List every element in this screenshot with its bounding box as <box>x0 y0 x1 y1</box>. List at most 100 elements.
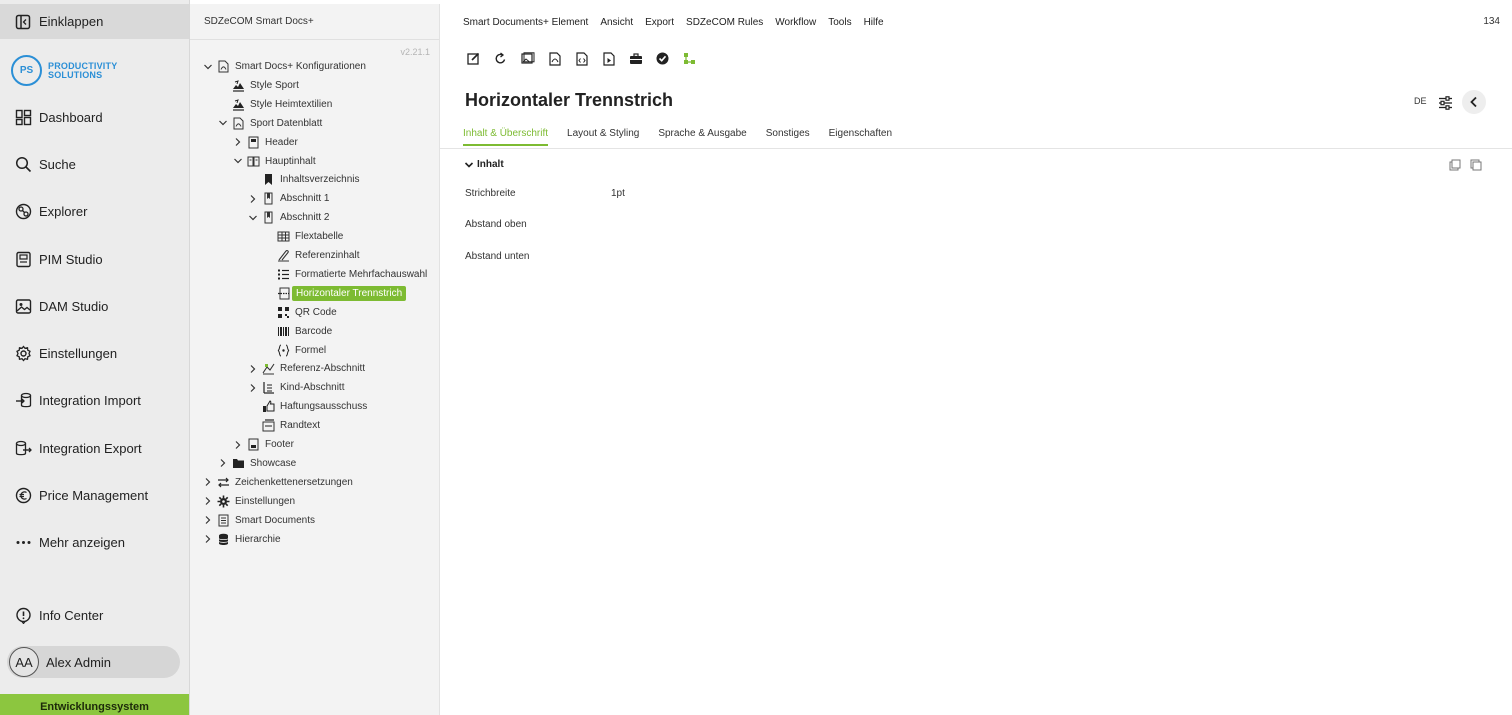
validate-button[interactable] <box>653 49 672 68</box>
chevron-down-icon[interactable] <box>232 155 244 167</box>
tree-node-randtext[interactable]: Randtext <box>247 417 320 434</box>
hierarchy-button[interactable] <box>680 49 699 68</box>
chevron-right-icon[interactable] <box>217 457 229 469</box>
images-icon <box>520 52 534 64</box>
copy-icon[interactable] <box>1449 159 1461 171</box>
nav-item-integration-export[interactable]: Integration Export <box>0 431 189 465</box>
user-menu[interactable]: AA Alex Admin <box>7 646 180 678</box>
nav-item-dashboard[interactable]: Dashboard <box>0 100 189 134</box>
tab-inhalt[interactable]: Inhalt & Überschrift <box>463 128 549 146</box>
field-value-strichbreite[interactable]: 1pt <box>611 188 625 199</box>
tree-node-label: Sport Datenblatt <box>250 117 323 129</box>
tree-node-header[interactable]: Header <box>232 134 298 151</box>
tree-node-hierarchie[interactable]: Hierarchie <box>202 531 281 548</box>
nav-item-explorer[interactable]: Explorer <box>0 194 189 228</box>
tree-node-horizontaler-trennstrich[interactable]: Horizontaler Trennstrich <box>262 285 407 302</box>
menu-hilfe[interactable]: Hilfe <box>864 17 884 28</box>
tree-node-zeichenkettenersetzungen[interactable]: Zeichenkettenersetzungen <box>202 474 353 491</box>
search-icon <box>15 156 32 172</box>
nav-item-integration-import[interactable]: Integration Import <box>0 383 189 417</box>
chevron-right-icon[interactable] <box>247 382 259 394</box>
settings-sliders-button[interactable] <box>1434 92 1456 114</box>
tree-node-haftungsausschuss[interactable]: Haftungsausschuss <box>247 398 367 415</box>
tree-node-style-sport[interactable]: Style Sport <box>217 77 299 94</box>
tree-node-formel[interactable]: Formel <box>262 342 326 359</box>
menu-rules[interactable]: SDZeCOM Rules <box>686 17 763 28</box>
chevron-right-icon[interactable] <box>202 533 214 545</box>
logo-line2: SOLUTIONS <box>48 69 103 80</box>
preview-images-button[interactable] <box>518 49 537 68</box>
tree-node-smart-docs-config[interactable]: Smart Docs+ Konfigurationen <box>202 58 366 75</box>
chevron-right-icon[interactable] <box>232 136 244 148</box>
menu-workflow[interactable]: Workflow <box>775 17 816 28</box>
tree-node-showcase[interactable]: Showcase <box>217 455 296 472</box>
tab-eigenschaften[interactable]: Eigenschaften <box>829 128 892 146</box>
chevron-down-icon[interactable] <box>202 61 214 73</box>
tree-node-label: Zeichenkettenersetzungen <box>235 476 353 488</box>
nav-item-dam-studio[interactable]: DAM Studio <box>0 289 189 323</box>
chevron-down-icon[interactable] <box>217 117 229 129</box>
style-icon <box>232 79 245 92</box>
tree-node-barcode[interactable]: Barcode <box>262 323 332 340</box>
play-file-icon <box>602 51 615 66</box>
chevron-right-icon[interactable] <box>202 514 214 526</box>
tree-node-inhaltsverzeichnis[interactable]: Inhaltsverzeichnis <box>247 171 359 188</box>
tree-node-hauptinhalt[interactable]: Hauptinhalt <box>232 153 316 170</box>
tree-node-qr-code[interactable]: QR Code <box>262 304 337 321</box>
tree-node-smart-documents[interactable]: Smart Documents <box>202 512 315 529</box>
table-icon <box>277 230 290 243</box>
chevron-right-icon[interactable] <box>202 476 214 488</box>
tab-layout[interactable]: Layout & Styling <box>567 128 639 146</box>
nav-item-label: Integration Export <box>39 440 142 456</box>
paste-icon[interactable] <box>1470 159 1482 171</box>
tree-node-sport-datenblatt[interactable]: Sport Datenblatt <box>217 115 322 132</box>
edit-button[interactable] <box>464 49 483 68</box>
nav-item-suche[interactable]: Suche <box>0 147 189 181</box>
tree-node-flextabelle[interactable]: Flextabelle <box>262 228 343 245</box>
menu-export[interactable]: Export <box>645 17 674 28</box>
run-button[interactable] <box>599 49 618 68</box>
nav-item-mehr-anzeigen[interactable]: Mehr anzeigen <box>0 525 189 559</box>
chevron-down-icon[interactable] <box>247 212 259 224</box>
nav-item-einstellungen[interactable]: Einstellungen <box>0 336 189 370</box>
tree-node-style-heimtextilien[interactable]: Style Heimtextilien <box>217 96 332 113</box>
tab-sonstiges[interactable]: Sonstiges <box>766 128 810 146</box>
section-actions <box>1449 159 1482 171</box>
toolbar <box>464 49 699 68</box>
formula-icon <box>277 344 290 357</box>
chevron-right-icon[interactable] <box>247 193 259 205</box>
tree-node-formatierte-mehrfachauswahl[interactable]: Formatierte Mehrfachauswahl <box>262 266 427 283</box>
tree-node-einstellungen[interactable]: Einstellungen <box>202 493 295 510</box>
nav-item-pim-studio[interactable]: PIM Studio <box>0 242 189 276</box>
tree-node-referenzinhalt[interactable]: Referenzinhalt <box>262 247 359 264</box>
collapse-button[interactable]: Einklappen <box>0 4 189 39</box>
dashboard-icon <box>15 109 32 125</box>
html-button[interactable] <box>572 49 591 68</box>
briefcase-button[interactable] <box>626 49 645 68</box>
tree-node-abschnitt-2[interactable]: Abschnitt 2 <box>247 209 329 226</box>
tree-node-referenz-abschnitt[interactable]: Referenz-Abschnitt <box>247 360 365 377</box>
nav-item-price-management[interactable]: Price Management <box>0 478 189 512</box>
nav-item-info-center[interactable]: Info Center <box>0 598 189 632</box>
chevron-right-icon[interactable] <box>202 495 214 507</box>
menu-element[interactable]: Smart Documents+ Element <box>463 17 588 28</box>
tab-divider <box>440 148 1512 149</box>
menu-tools[interactable]: Tools <box>828 17 851 28</box>
tree-node-footer[interactable]: Footer <box>232 436 294 453</box>
chevron-right-icon[interactable] <box>232 439 244 451</box>
chevron-right-icon[interactable] <box>247 363 259 375</box>
tree-node-abschnitt-1[interactable]: Abschnitt 1 <box>247 190 329 207</box>
section-header[interactable]: Inhalt <box>464 159 504 170</box>
collapse-panel-button[interactable] <box>1462 90 1486 114</box>
tree-node-label: Style Heimtextilien <box>250 98 333 110</box>
tab-sprache[interactable]: Sprache & Ausgabe <box>658 128 746 146</box>
user-name: Alex Admin <box>46 654 112 670</box>
tree-node-kind-abschnitt[interactable]: Kind-Abschnitt <box>247 379 344 396</box>
tree-panel: SDZeCOM Smart Docs+ v2.21.1 Smart Docs+ … <box>190 4 440 715</box>
menu-ansicht[interactable]: Ansicht <box>600 17 633 28</box>
language-selector[interactable]: DE <box>1414 96 1427 106</box>
pdf-button[interactable] <box>545 49 564 68</box>
reload-button[interactable] <box>491 49 510 68</box>
